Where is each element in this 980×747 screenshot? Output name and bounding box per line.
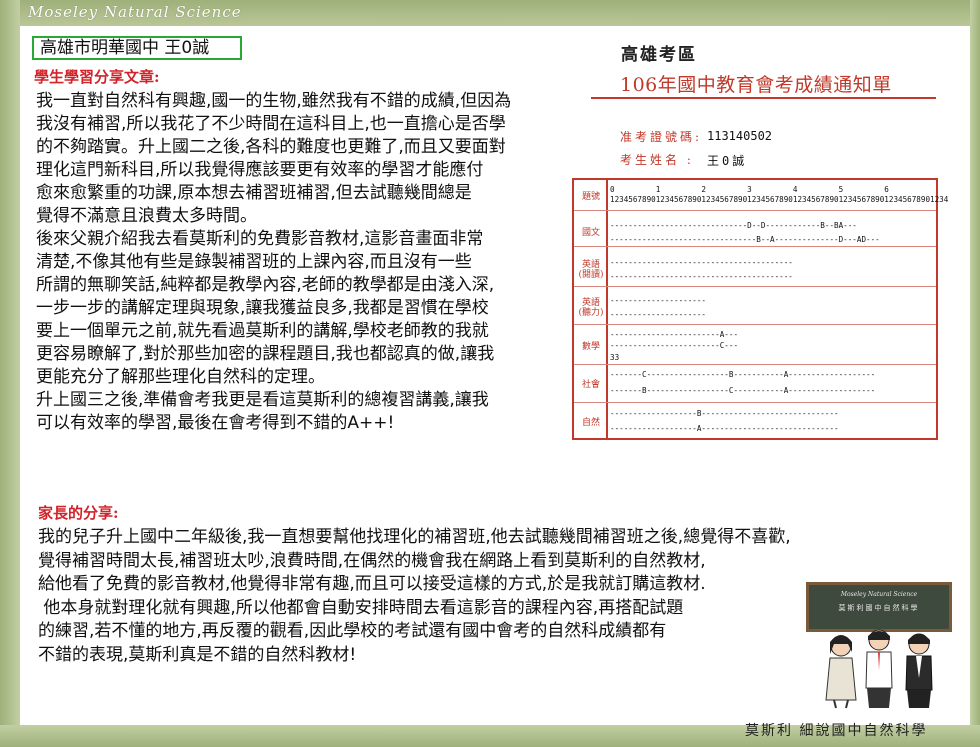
- subject-label: 自然: [581, 418, 600, 428]
- exam-id-label: 准考證號碼:: [620, 130, 703, 144]
- teacher-figures: [825, 629, 933, 709]
- grid-header-label: 題號: [581, 192, 600, 202]
- score-card-region: 高雄考區: [621, 45, 697, 65]
- answer-grid: 題號 0 1 2 3 4 5 6 12345678901234567890123…: [572, 178, 948, 440]
- teacher-left-figure: [825, 635, 857, 709]
- subject-answer-line: ------------------------C---: [610, 341, 739, 350]
- brand-logo-text: Moseley Natural Science: [28, 3, 242, 21]
- subject-answer-line: --------------------------------B--A----…: [610, 235, 880, 244]
- subject-answer-line: ---------------------: [610, 310, 707, 319]
- parent-testimonial: 我的兒子升上國中二年級後,我一直想要幫他找理化的補習班,他去試聽幾間補習班之後,…: [38, 527, 791, 665]
- subject-label: 英語(聽力): [578, 298, 604, 318]
- subject-answer-line: -------B------------------C-----------A-…: [610, 386, 876, 395]
- grid-row-rule: [574, 246, 936, 247]
- subject-answer-line: ---------------------: [610, 296, 707, 305]
- frame-border-left: [0, 0, 20, 747]
- teacher-right-figure: [905, 633, 933, 708]
- parent-section-title: 家長的分享:: [38, 504, 119, 522]
- frame-border-right: [970, 0, 980, 747]
- candidate-name-label: 考生姓名 :: [620, 153, 694, 167]
- subject-score-value: 33: [610, 353, 620, 362]
- grid-row-rule: [574, 364, 936, 365]
- subject-label: 國文: [581, 228, 600, 238]
- student-article: 我一直對自然科有興趣,國一的生物,雖然我有不錯的成績,但因為 我沒有補習,所以我…: [36, 91, 512, 433]
- subject-answer-line: ----------------------------------------: [610, 258, 793, 267]
- subject-answer-line: ----------------------------------------: [610, 272, 793, 281]
- subject-label: 英語(閱讀): [578, 260, 604, 280]
- subject-answer-line: -------------------B--------------------…: [610, 409, 839, 418]
- student-name-box: 高雄市明華國中 王0誠: [32, 36, 242, 60]
- score-card-divider: [591, 97, 936, 99]
- student-section-title: 學生學習分享文章:: [34, 68, 160, 86]
- score-card-title: 106年國中教育會考成績通知單: [620, 74, 892, 96]
- subject-label: 社會: [581, 380, 600, 390]
- grid-header-tens: 0 1 2 3 4 5 6: [610, 185, 889, 194]
- exam-id-value: 113140502: [707, 129, 773, 143]
- subject-answer-line: -------------------A--------------------…: [610, 424, 839, 433]
- grid-row-rule: [574, 324, 936, 325]
- footer-brand-label: 莫斯利 細說國中自然科學: [745, 723, 928, 739]
- teachers-illustration: Moseley Natural Science 莫斯利國中自然科學: [806, 582, 952, 712]
- teacher-middle-figure: [865, 629, 893, 708]
- grid-label-column-rule: [606, 180, 608, 438]
- grid-header-digits: 1234567890123456789012345678901234567890…: [610, 195, 949, 204]
- grid-row-rule: [574, 286, 936, 287]
- subject-answer-line: -------C------------------B-----------A-…: [610, 370, 876, 379]
- candidate-name-value: 王0誠: [707, 154, 748, 168]
- grid-row-rule: [574, 402, 936, 403]
- subject-answer-line: ------------------------------D--D------…: [610, 221, 857, 230]
- grid-row-rule: [574, 210, 936, 211]
- subject-answer-line: ------------------------A---: [610, 330, 739, 339]
- subject-label: 數學: [581, 342, 600, 352]
